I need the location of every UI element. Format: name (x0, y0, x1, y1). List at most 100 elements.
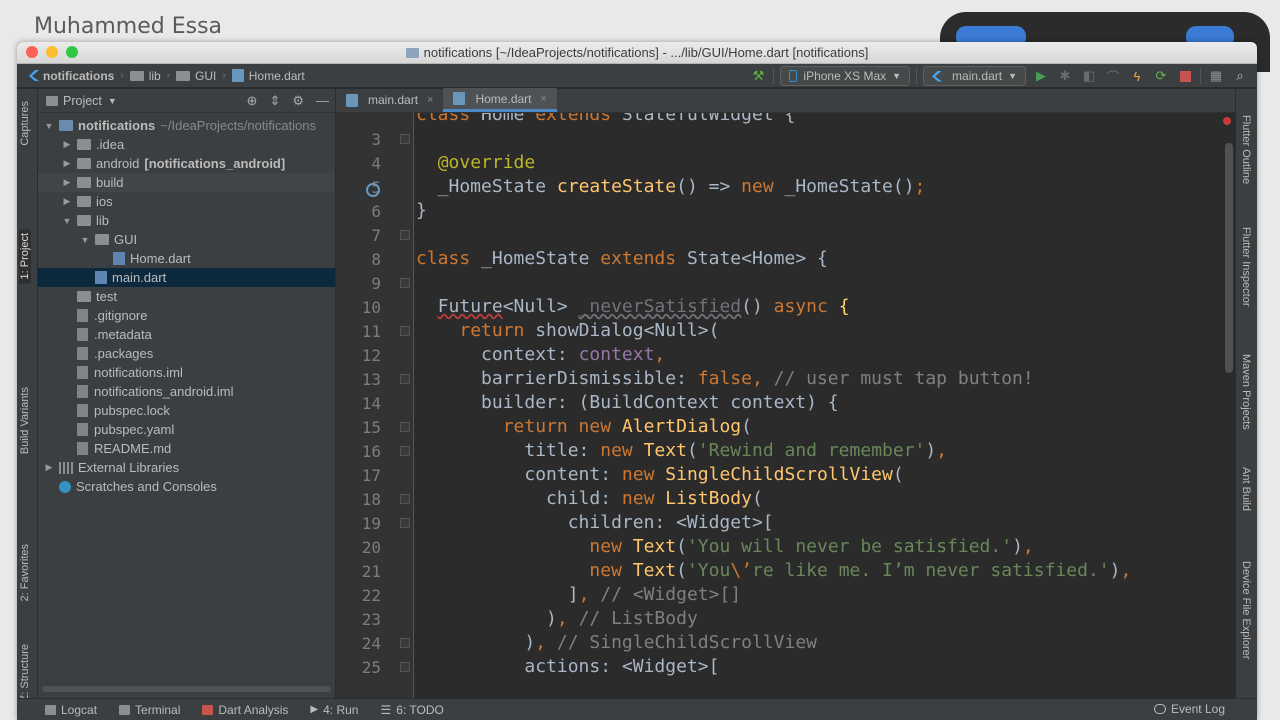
status-label: Dart Analysis (218, 702, 289, 717)
chevron-down-icon[interactable]: ▼ (108, 96, 117, 106)
tab-favorites[interactable]: 2: Favorites (19, 544, 31, 601)
breadcrumb-file[interactable]: Home.dart (231, 69, 305, 83)
search-icon[interactable]: ⌕ (1231, 67, 1249, 85)
tree-item[interactable]: ▼ notifications ~/IdeaProjects/notificatio… (38, 116, 335, 135)
stop-icon[interactable] (1176, 67, 1194, 85)
left-tool-strip: Captures 1: Project Build Variants 2: Fa… (17, 89, 38, 701)
chevron-right-icon[interactable]: ▶ (60, 177, 74, 188)
tree-item[interactable]: ▼ GUI (38, 230, 335, 249)
tab-ant-build[interactable]: Ant Build (1240, 467, 1252, 511)
tab-project[interactable]: 1: Project (19, 229, 31, 284)
tree-item[interactable]: .packages (38, 344, 335, 363)
run-tab[interactable]: ▶ 4: Run (310, 703, 358, 717)
debug-icon[interactable]: ✱ (1056, 67, 1074, 85)
tree-item[interactable]: ▶ ios (38, 192, 335, 211)
tree-item-label: build (96, 175, 124, 190)
tab-label: Home.dart (475, 91, 532, 106)
tab-build-variants[interactable]: Build Variants (19, 387, 31, 454)
fold-marker[interactable] (400, 518, 410, 528)
ide-window: notifications [~/IdeaProjects/notificati… (17, 42, 1257, 720)
lib-icon (59, 461, 73, 474)
tree-item[interactable]: notifications_android.iml (38, 382, 335, 401)
run-config-selector[interactable]: main.dart ▼ (923, 66, 1026, 86)
tree-item[interactable]: pubspec.lock (38, 401, 335, 420)
vertical-scrollbar[interactable] (1225, 143, 1233, 373)
tree-item-label: android (96, 156, 140, 171)
chevron-right-icon[interactable]: ▶ (60, 196, 74, 207)
build-hammer-icon[interactable]: ⚒ (749, 67, 767, 85)
breadcrumb-gui[interactable]: GUI › (176, 69, 226, 83)
tree-item[interactable]: ▶ build (38, 173, 335, 192)
fold-marker[interactable] (400, 422, 410, 432)
chevron-right-icon[interactable]: ▶ (42, 462, 56, 473)
tree-item-label: README.md (94, 441, 172, 456)
run-icon[interactable]: ▶ (1032, 67, 1050, 85)
close-icon[interactable]: × (541, 93, 547, 105)
tree-item[interactable]: README.md (38, 439, 335, 458)
tree-item[interactable]: .gitignore (38, 306, 335, 325)
tab-device-file-explorer[interactable]: Device File Explorer (1240, 561, 1252, 659)
locate-icon[interactable]: ⊕ (247, 93, 258, 109)
tab-main-dart[interactable]: main.dart × (336, 88, 443, 112)
tab-structure[interactable]: Z: Structure (19, 644, 31, 701)
tree-item[interactable]: ▶ android [notifications_android] (38, 154, 335, 173)
collapse-all-icon[interactable]: ⇕ (269, 93, 280, 109)
tree-item[interactable]: pubspec.yaml (38, 420, 335, 439)
fold-marker[interactable] (400, 638, 410, 648)
profile-icon[interactable]: ◧ (1080, 67, 1098, 85)
device-selector[interactable]: iPhone XS Max ▼ (780, 66, 911, 86)
fold-marker[interactable] (400, 374, 410, 384)
attach-icon[interactable]: ⌒ (1104, 67, 1122, 85)
tree-item[interactable]: ▼ lib (38, 211, 335, 230)
fold-marker[interactable] (400, 446, 410, 456)
fold-marker[interactable] (400, 278, 410, 288)
code-line-11: return showDialog<Null>( (459, 320, 720, 341)
tree-item[interactable]: test (38, 287, 335, 306)
tab-captures[interactable]: Captures (19, 101, 31, 146)
tab-home-dart[interactable]: Home.dart × (443, 88, 557, 112)
folder-icon (59, 120, 73, 131)
tab-flutter-outline[interactable]: Flutter Outline (1240, 115, 1252, 184)
fold-marker[interactable] (400, 662, 410, 672)
fold-marker[interactable] (400, 326, 410, 336)
chevron-down-icon[interactable]: ▼ (60, 216, 74, 226)
tree-item[interactable]: Scratches and Consoles (38, 477, 335, 496)
tree-item[interactable]: notifications.iml (38, 363, 335, 382)
chevron-down-icon[interactable]: ▼ (78, 235, 92, 245)
terminal-tab[interactable]: Terminal (119, 703, 180, 717)
folder-icon (46, 95, 58, 106)
chevron-right-icon[interactable]: ▶ (60, 139, 74, 150)
fold-marker[interactable] (400, 230, 410, 240)
tree-item[interactable]: .metadata (38, 325, 335, 344)
todo-tab[interactable]: ☰ 6: TODO (380, 703, 443, 717)
chevron-right-icon[interactable]: ▶ (60, 158, 74, 169)
gear-icon[interactable]: ⚙ (292, 93, 304, 109)
fold-marker[interactable] (400, 134, 410, 144)
close-icon[interactable]: × (427, 94, 433, 106)
hot-reload-icon[interactable]: ϟ (1128, 67, 1146, 85)
tree-item[interactable]: ▶ .idea (38, 135, 335, 154)
chevron-down-icon[interactable]: ▼ (42, 121, 56, 131)
tree-item[interactable]: main.dart (38, 268, 335, 287)
horizontal-scrollbar[interactable] (42, 686, 331, 692)
tree-item[interactable]: ▶ External Libraries (38, 458, 335, 477)
file-icon (77, 423, 88, 436)
hide-panel-icon[interactable]: — (316, 93, 329, 109)
tree-item[interactable]: Home.dart (38, 249, 335, 268)
dart-analysis-tab[interactable]: Dart Analysis (202, 703, 288, 717)
folder-icon (77, 177, 91, 188)
override-marker-icon[interactable] (366, 183, 380, 197)
fold-marker[interactable] (400, 494, 410, 504)
logcat-tab[interactable]: Logcat (45, 703, 97, 717)
project-structure-icon[interactable]: ▦ (1207, 67, 1225, 85)
code-line-8: class _HomeState extends State<Home> { (416, 248, 828, 269)
breadcrumb-lib[interactable]: lib › (129, 69, 170, 83)
code-editor[interactable]: 3 4 5 6 7 8 9 10 11 12 13 14 15 16 17 18 19 20 21 22 23 24 25 … (336, 113, 1235, 698)
event-log-tab[interactable]: Event Log (1153, 702, 1225, 716)
tab-flutter-inspector[interactable]: Flutter Inspector (1240, 227, 1252, 306)
hot-restart-icon[interactable]: ⟳ (1152, 67, 1170, 85)
breadcrumb-project[interactable]: notifications › (29, 69, 124, 83)
panel-title[interactable]: Project (63, 94, 102, 108)
error-marker[interactable] (1223, 117, 1231, 125)
tab-maven-projects[interactable]: Maven Projects (1240, 354, 1252, 430)
